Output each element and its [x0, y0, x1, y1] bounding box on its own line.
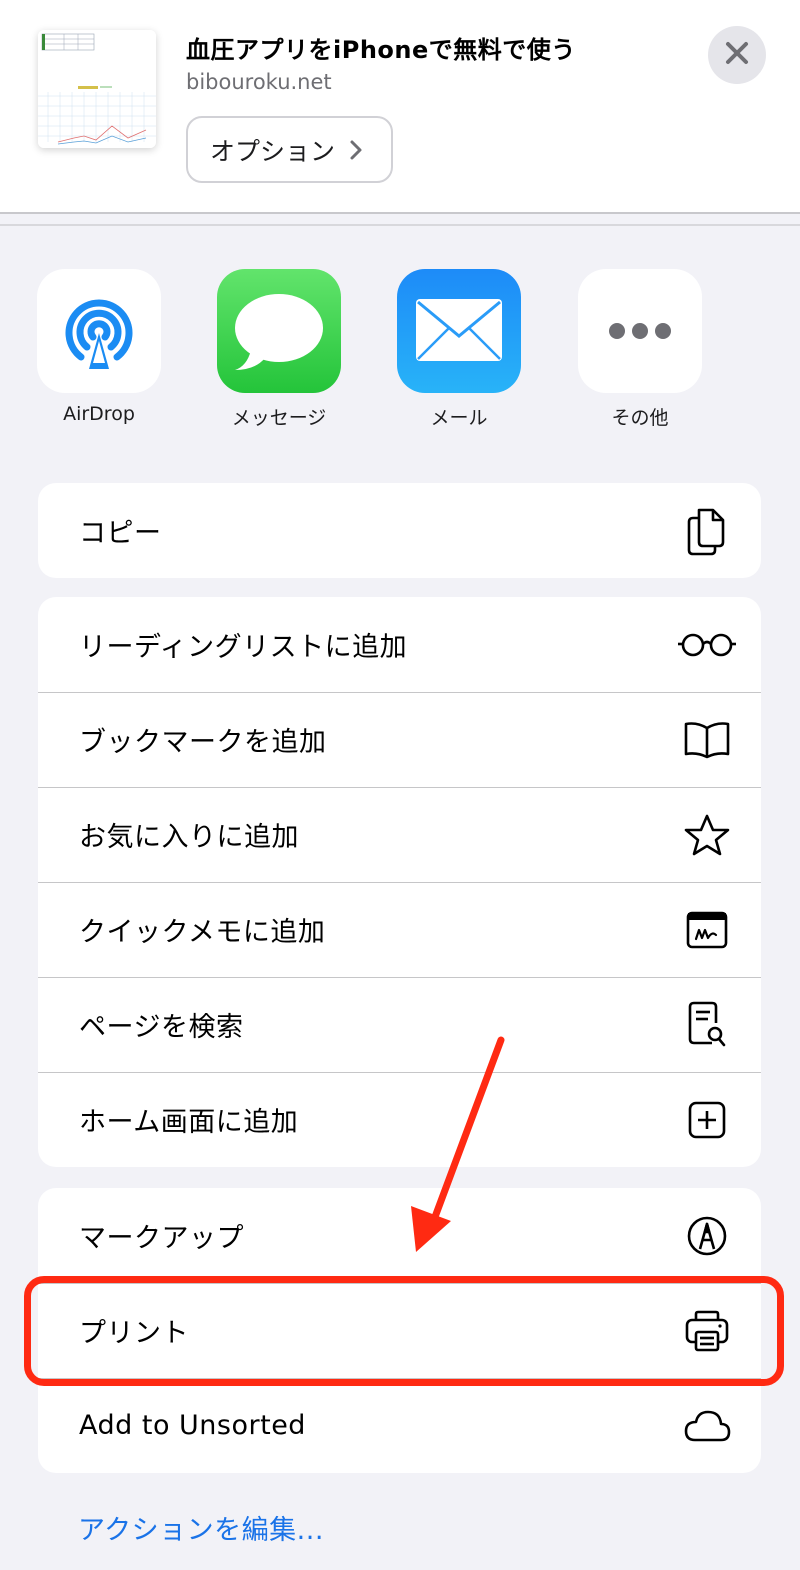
messages-icon — [217, 269, 341, 393]
options-label: オプション — [210, 136, 336, 166]
airdrop-icon — [37, 269, 161, 393]
header-divider — [0, 224, 800, 226]
close-button[interactable] — [708, 26, 766, 84]
find-on-page-icon — [677, 995, 737, 1055]
action-markup[interactable]: マークアップ — [38, 1188, 761, 1283]
share-messages[interactable]: メッセージ — [217, 269, 341, 430]
book-icon — [677, 710, 737, 770]
action-copy[interactable]: コピー — [38, 483, 761, 578]
share-label-more: その他 — [611, 407, 669, 429]
action-group-safari: リーディングリストに追加 ブックマークを追加 お気に入りに追加 クイックメモに追… — [38, 597, 761, 1167]
action-label: ホーム画面に追加 — [79, 1107, 299, 1138]
share-label-mail: メール — [430, 407, 488, 429]
action-find-on-page[interactable]: ページを検索 — [38, 977, 761, 1072]
action-add-favorites[interactable]: お気に入りに追加 — [38, 787, 761, 882]
action-add-to-home[interactable]: ホーム画面に追加 — [38, 1072, 761, 1167]
action-label: リーディングリストに追加 — [79, 632, 408, 663]
star-icon — [677, 805, 737, 865]
action-reading-list[interactable]: リーディングリストに追加 — [38, 597, 761, 692]
share-label-airdrop: AirDrop — [63, 403, 135, 425]
copy-icon — [677, 501, 737, 561]
markup-icon — [677, 1206, 737, 1266]
page-title: 血圧アプリをiPhoneで無料で使う — [186, 36, 576, 64]
share-more[interactable]: その他 — [578, 269, 702, 430]
action-group-copy: コピー — [38, 483, 761, 578]
action-label: ページを検索 — [79, 1012, 244, 1043]
close-icon — [725, 41, 749, 69]
glasses-icon — [677, 615, 737, 675]
cloud-icon — [677, 1396, 737, 1456]
share-sheet-header: 血圧アプリをiPhoneで無料で使う bibouroku.net オプション — [0, 0, 800, 214]
action-quick-note[interactable]: クイックメモに追加 — [38, 882, 761, 977]
quick-note-icon — [677, 900, 737, 960]
action-label: クイックメモに追加 — [79, 917, 326, 948]
action-add-bookmark[interactable]: ブックマークを追加 — [38, 692, 761, 787]
print-highlight-box — [24, 1276, 784, 1386]
share-mail[interactable]: メール — [397, 269, 521, 430]
action-add-to-unsorted[interactable]: Add to Unsorted — [38, 1378, 761, 1473]
action-label: お気に入りに追加 — [79, 822, 299, 853]
action-label: ブックマークを追加 — [79, 727, 327, 758]
page-thumbnail-image — [38, 30, 156, 148]
page-domain: bibouroku.net — [186, 70, 332, 94]
share-label-messages: メッセージ — [231, 407, 327, 429]
add-square-icon — [677, 1090, 737, 1150]
edit-actions-link[interactable]: アクションを編集... — [78, 1508, 324, 1547]
action-label: コピー — [79, 518, 162, 549]
more-icon — [578, 269, 702, 393]
action-label: Add to Unsorted — [79, 1410, 306, 1441]
share-airdrop[interactable]: AirDrop — [37, 269, 161, 425]
mail-icon — [397, 269, 521, 393]
page-thumbnail — [38, 30, 156, 148]
options-button[interactable]: オプション — [186, 116, 393, 183]
chevron-right-icon — [349, 139, 363, 161]
action-label: マークアップ — [79, 1223, 244, 1254]
